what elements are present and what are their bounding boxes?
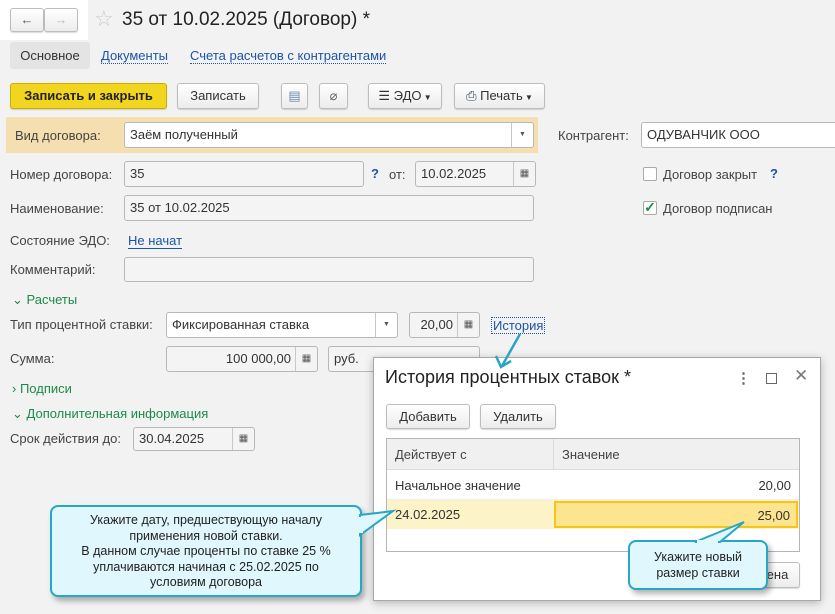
callout-tail-right [694,521,745,545]
callout-line: Укажите дату, предшествующую началу [90,513,322,527]
callout-line: применения новой ставки. [129,528,283,543]
callout-line: условиям договора [149,575,263,589]
callout-line: размер ставки [656,565,740,580]
callout-line: уплачиваются начиная с 25.02.2025 по [93,559,319,574]
callout-tail-left [358,509,397,537]
callout-line: Укажите новый [654,550,742,564]
callout-rate-hint: Укажите новый размер ставки [628,540,768,590]
callout-line: В данном случае проценты по ставке 25 % [81,544,331,558]
callout-date-hint: Укажите дату, предшествующую началу прим… [50,505,362,597]
